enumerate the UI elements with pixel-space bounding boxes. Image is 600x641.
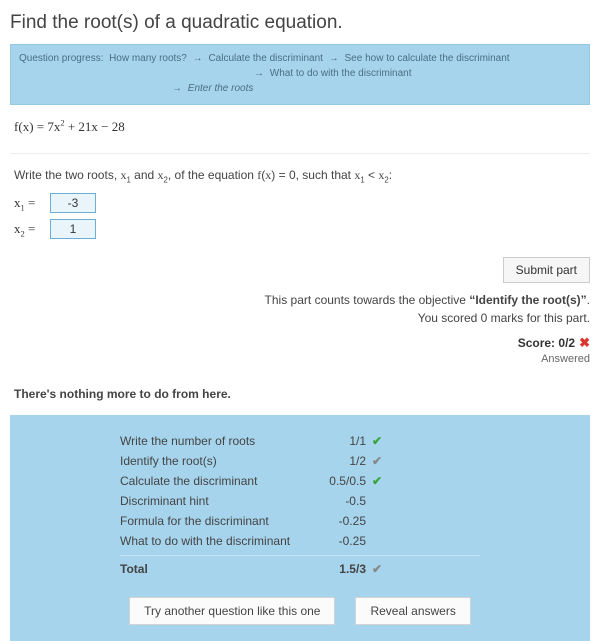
summary-item-name: Formula for the discriminant — [120, 514, 310, 528]
summary-total-row: Total 1.5/3 ✔ — [120, 555, 480, 579]
progress-step-1: Calculate the discriminant — [208, 53, 323, 64]
summary-row: Calculate the discriminant 0.5/0.5 ✔ — [120, 471, 480, 491]
summary-item-score: -0.5 — [316, 494, 366, 508]
check-icon: ✔ — [372, 562, 392, 576]
summary-total-score: 1.5/3 — [316, 562, 366, 576]
summary-item-name: Write the number of roots — [120, 434, 310, 448]
progress-step-0: How many roots? — [109, 53, 187, 64]
summary-item-score: 0.5/0.5 — [316, 474, 366, 488]
check-icon: ✔ — [372, 454, 392, 468]
page-title: Find the root(s) of a quadratic equation… — [10, 12, 590, 34]
x1-input[interactable] — [50, 193, 96, 213]
arrow-icon: → — [172, 83, 182, 94]
x2-input[interactable] — [50, 219, 96, 239]
summary-row: What to do with the discriminant -0.25 — [120, 531, 480, 551]
summary-item-name: What to do with the discriminant — [120, 534, 310, 548]
summary-item-score: 1/2 — [316, 454, 366, 468]
check-icon: ✔ — [372, 434, 392, 448]
x2-row: x2 = — [14, 219, 590, 239]
summary-total-name: Total — [120, 562, 310, 576]
feedback-marks: You scored 0 marks for this part. — [10, 311, 590, 325]
score-value: 0/2 — [558, 336, 575, 350]
progress-step-3: What to do with the discriminant — [270, 68, 412, 79]
arrow-icon: → — [254, 68, 264, 79]
nothing-more-text: There's nothing more to do from here. — [14, 387, 590, 401]
summary-item-score: -0.25 — [316, 534, 366, 548]
summary-item-name: Discriminant hint — [120, 494, 310, 508]
objective-name: “Identify the root(s)” — [469, 293, 586, 307]
try-another-button[interactable]: Try another question like this one — [129, 597, 335, 625]
cross-icon: ✖ — [579, 335, 590, 351]
summary-item-score: 1/1 — [316, 434, 366, 448]
summary-row: Formula for the discriminant -0.25 — [120, 511, 480, 531]
progress-step-4: Enter the roots — [188, 83, 254, 94]
progress-box: Question progress: How many roots? → Cal… — [10, 44, 590, 105]
feedback-text: This part counts towards the objective “… — [10, 293, 590, 325]
arrow-icon: → — [193, 53, 203, 64]
x2-label: x2 = — [14, 221, 50, 237]
summary-item-name: Calculate the discriminant — [120, 474, 310, 488]
x1-row: x1 = — [14, 193, 590, 213]
progress-step-2: See how to calculate the discriminant — [345, 53, 510, 64]
summary-item-name: Identify the root(s) — [120, 454, 310, 468]
summary-row: Write the number of roots 1/1 ✔ — [120, 431, 480, 451]
progress-label: Question progress: — [19, 53, 104, 64]
divider — [10, 153, 590, 154]
score-row: Score: 0/2 ✖ — [10, 335, 590, 351]
submit-part-button[interactable]: Submit part — [503, 257, 590, 283]
summary-panel: Write the number of roots 1/1 ✔ Identify… — [10, 415, 590, 641]
summary-row: Identify the root(s) 1/2 ✔ — [120, 451, 480, 471]
answered-label: Answered — [10, 353, 590, 365]
check-icon: ✔ — [372, 474, 392, 488]
reveal-answers-button[interactable]: Reveal answers — [355, 597, 470, 625]
equation-display: f(x) = 7x2 + 21x − 28 — [14, 119, 590, 135]
summary-item-score: -0.25 — [316, 514, 366, 528]
arrow-icon: → — [329, 53, 339, 64]
roots-prompt: Write the two roots, x1 and x2, of the e… — [14, 168, 590, 183]
x1-label: x1 = — [14, 195, 50, 211]
summary-row: Discriminant hint -0.5 — [120, 491, 480, 511]
